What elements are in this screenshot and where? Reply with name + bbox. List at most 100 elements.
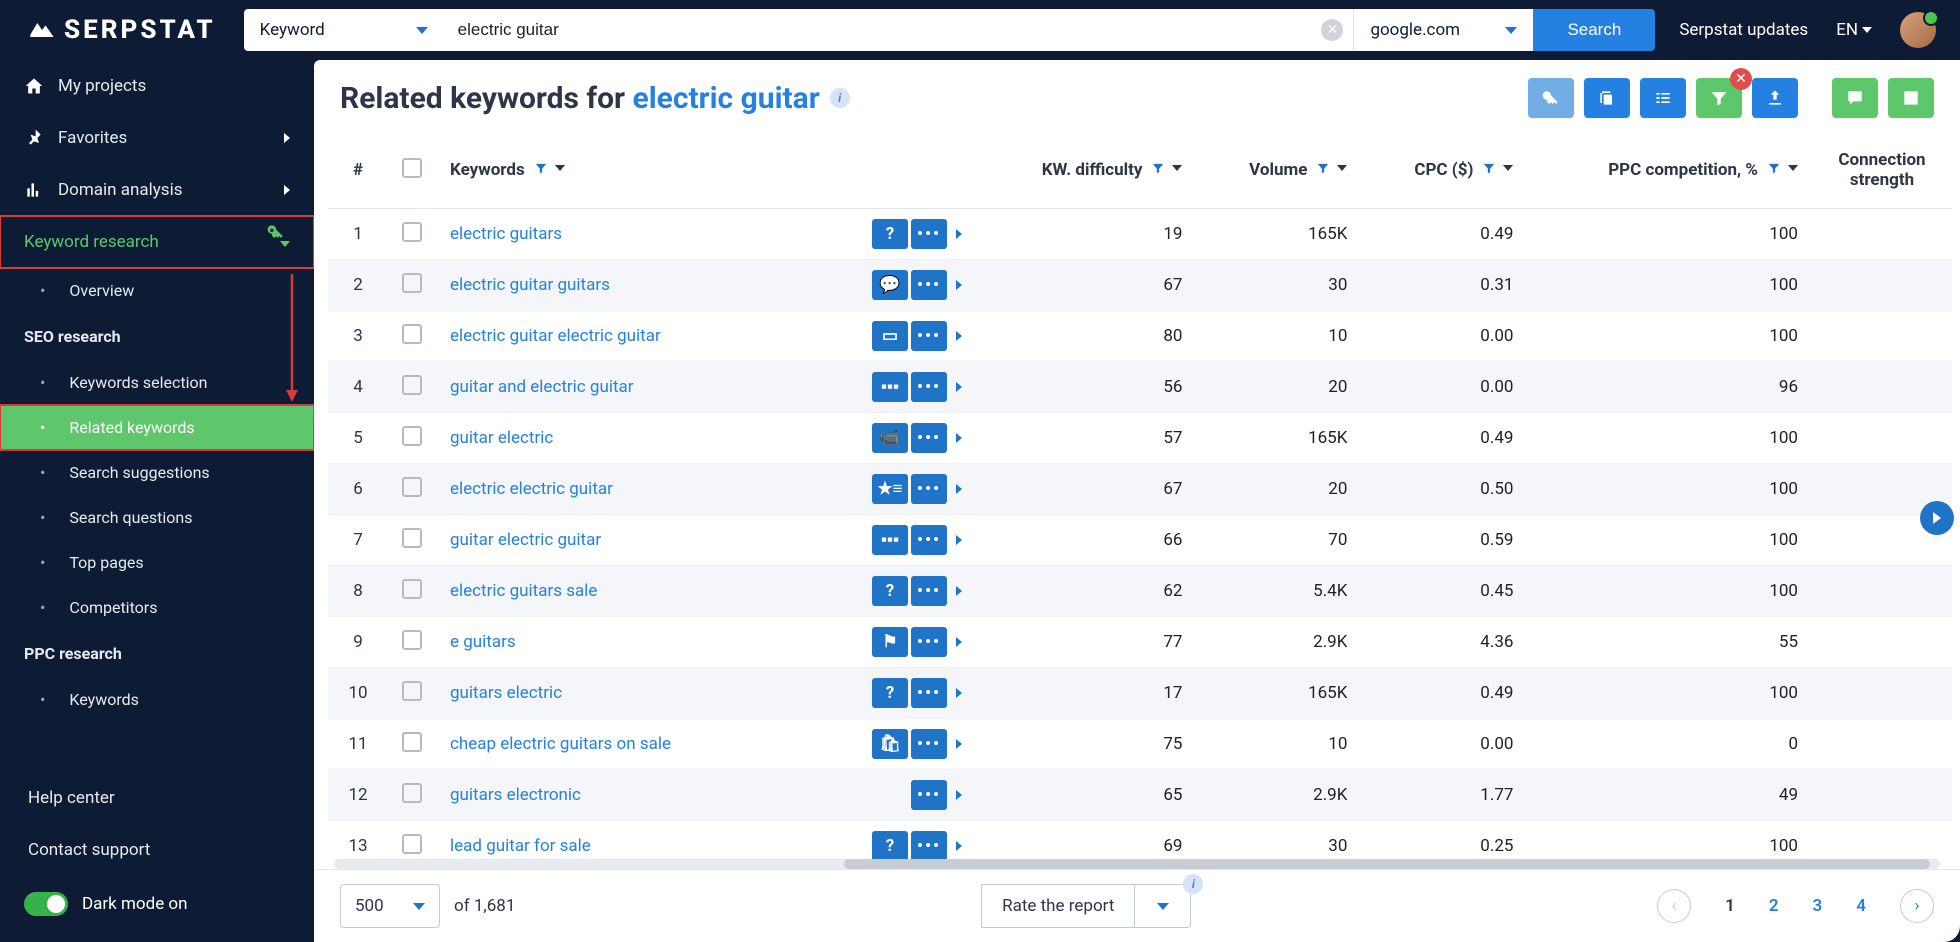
serp-feature-badge[interactable]: ?: [872, 831, 908, 859]
nav-search-questions[interactable]: Search questions: [0, 495, 314, 540]
feedback-button[interactable]: [1832, 78, 1878, 118]
page-next-button[interactable]: ›: [1900, 889, 1934, 923]
serp-feature-badge[interactable]: •••: [911, 831, 947, 859]
difficulty-button[interactable]: [1528, 78, 1574, 118]
expand-row-button[interactable]: [956, 841, 962, 851]
col-volume[interactable]: Volume: [1196, 132, 1361, 209]
col-connection[interactable]: Connection strength: [1812, 132, 1952, 209]
serp-feature-badge[interactable]: •••: [911, 525, 947, 555]
per-page-select[interactable]: 500: [340, 884, 440, 928]
row-checkbox[interactable]: [402, 426, 422, 446]
serp-feature-badge[interactable]: 🛍: [872, 729, 908, 759]
serp-feature-badge[interactable]: •••: [911, 270, 947, 300]
nav-help-center[interactable]: Help center: [0, 772, 314, 824]
keyword-link[interactable]: guitar electric: [450, 428, 872, 448]
expand-row-button[interactable]: [956, 637, 962, 647]
row-checkbox[interactable]: [402, 528, 422, 548]
expand-row-button[interactable]: [956, 535, 962, 545]
keyword-link[interactable]: guitars electronic: [450, 785, 911, 805]
serp-feature-badge[interactable]: •••: [911, 627, 947, 657]
row-checkbox[interactable]: [402, 579, 422, 599]
nav-domain-analysis[interactable]: Domain analysis: [0, 164, 314, 216]
info-icon[interactable]: i: [1183, 874, 1203, 894]
columns-button[interactable]: [1640, 78, 1686, 118]
serp-feature-badge[interactable]: •••: [911, 219, 947, 249]
serp-feature-badge[interactable]: •••: [911, 321, 947, 351]
keyword-link[interactable]: guitars electric: [450, 683, 872, 703]
filter-sort-icon[interactable]: [1315, 161, 1347, 175]
serp-feature-badge[interactable]: ?: [872, 678, 908, 708]
col-select-all[interactable]: [388, 132, 436, 209]
page-2[interactable]: 2: [1769, 896, 1779, 916]
serp-feature-badge[interactable]: •••: [911, 423, 947, 453]
expand-row-button[interactable]: [956, 331, 962, 341]
table-scroll[interactable]: # Keywords KW. difficulty Volume CPC ($)…: [328, 132, 1952, 859]
keyword-link[interactable]: guitar electric guitar: [450, 530, 872, 550]
page-1[interactable]: 1: [1725, 896, 1735, 916]
row-checkbox[interactable]: [402, 834, 422, 854]
search-button[interactable]: Search: [1533, 9, 1655, 51]
page-4[interactable]: 4: [1856, 896, 1866, 916]
serp-feature-badge[interactable]: ?: [872, 576, 908, 606]
serp-feature-badge[interactable]: •••: [911, 474, 947, 504]
expand-row-button[interactable]: [956, 790, 962, 800]
row-checkbox[interactable]: [402, 630, 422, 650]
nav-ppc-keywords[interactable]: Keywords: [0, 677, 314, 722]
filter-sort-icon[interactable]: [1150, 161, 1182, 175]
keyword-link[interactable]: lead guitar for sale: [450, 836, 872, 856]
expand-row-button[interactable]: [956, 586, 962, 596]
keyword-link[interactable]: e guitars: [450, 632, 872, 652]
search-type-select[interactable]: Keyword: [244, 9, 444, 51]
info-icon[interactable]: i: [830, 88, 850, 108]
filter-sort-icon[interactable]: [533, 161, 565, 175]
col-difficulty[interactable]: KW. difficulty: [976, 132, 1196, 209]
col-keywords[interactable]: Keywords: [436, 132, 976, 209]
row-checkbox[interactable]: [402, 324, 422, 344]
copy-button[interactable]: [1584, 78, 1630, 118]
expand-row-button[interactable]: [956, 484, 962, 494]
col-ppc[interactable]: PPC competition, %: [1527, 132, 1812, 209]
filter-sort-icon[interactable]: [1481, 161, 1513, 175]
clear-filter-badge[interactable]: ✕: [1730, 68, 1752, 90]
nav-my-projects[interactable]: My projects: [0, 60, 314, 112]
row-checkbox[interactable]: [402, 375, 422, 395]
keyword-link[interactable]: electric guitars sale: [450, 581, 872, 601]
serp-feature-badge[interactable]: ▪▪▪: [872, 525, 908, 555]
checkbox-icon[interactable]: [402, 158, 422, 178]
search-input[interactable]: [444, 9, 1354, 51]
serp-feature-badge[interactable]: •••: [911, 729, 947, 759]
col-index[interactable]: #: [328, 132, 388, 209]
filter-button[interactable]: ✕: [1696, 78, 1742, 118]
row-checkbox[interactable]: [402, 732, 422, 752]
serp-feature-badge[interactable]: 💬: [872, 270, 908, 300]
expand-row-button[interactable]: [956, 229, 962, 239]
nav-keyword-research[interactable]: Keyword research: [0, 216, 314, 268]
serp-feature-badge[interactable]: ⚑: [872, 627, 908, 657]
row-checkbox[interactable]: [402, 477, 422, 497]
nav-related-keywords[interactable]: Related keywords: [0, 405, 314, 450]
expand-panel-button[interactable]: [1920, 501, 1954, 535]
clear-search-button[interactable]: ✕: [1321, 19, 1343, 41]
serp-feature-badge[interactable]: •••: [911, 372, 947, 402]
serp-feature-badge[interactable]: ▪▪▪: [872, 372, 908, 402]
keyword-link[interactable]: electric electric guitar: [450, 479, 872, 499]
serp-feature-badge[interactable]: ?: [872, 219, 908, 249]
nav-contact-support[interactable]: Contact support: [0, 824, 314, 876]
dark-mode-toggle[interactable]: [24, 892, 68, 916]
page-prev-button[interactable]: ‹: [1657, 889, 1691, 923]
user-avatar[interactable]: [1900, 12, 1936, 48]
serp-feature-badge[interactable]: •••: [911, 780, 947, 810]
keyword-link[interactable]: guitar and electric guitar: [450, 377, 872, 397]
expand-row-button[interactable]: [956, 739, 962, 749]
filter-sort-icon[interactable]: [1766, 161, 1798, 175]
expand-row-button[interactable]: [956, 433, 962, 443]
row-checkbox[interactable]: [402, 273, 422, 293]
serp-feature-badge[interactable]: ▭: [872, 321, 908, 351]
nav-keywords-selection[interactable]: Keywords selection: [0, 360, 314, 405]
help-button[interactable]: [1888, 78, 1934, 118]
nav-favorites[interactable]: Favorites: [0, 112, 314, 164]
nav-search-suggestions[interactable]: Search suggestions: [0, 450, 314, 495]
expand-row-button[interactable]: [956, 688, 962, 698]
serp-feature-badge[interactable]: 📹: [872, 423, 908, 453]
serp-feature-badge[interactable]: ★≡: [872, 474, 908, 504]
